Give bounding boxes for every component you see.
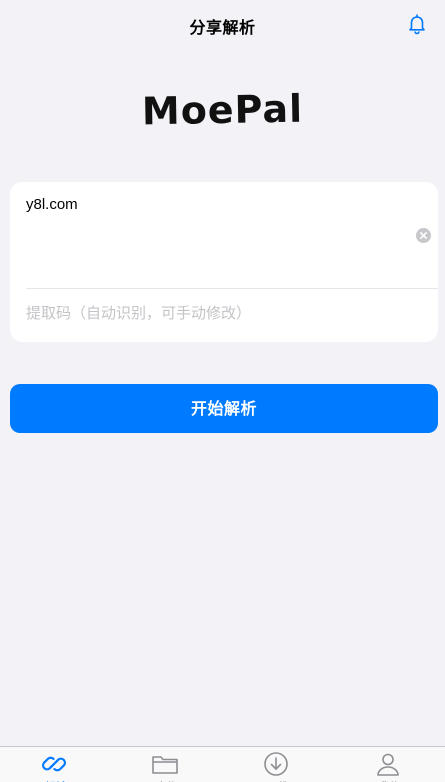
tab-label: 文件 <box>111 778 222 782</box>
input-card: y8l.com 提取码（自动识别，可手动修改） <box>10 182 438 342</box>
tab-profile[interactable]: 我的 <box>334 747 445 782</box>
tab-label: 下载 <box>222 778 333 782</box>
nav-bar: 分享解析 <box>0 0 445 50</box>
person-icon <box>374 750 402 778</box>
page-title: 分享解析 <box>189 18 256 37</box>
tab-parse[interactable]: 解析 <box>0 747 111 782</box>
share-link-input[interactable]: y8l.com <box>26 196 406 286</box>
bell-icon[interactable] <box>405 12 429 36</box>
clear-icon[interactable] <box>416 228 431 243</box>
start-parse-button[interactable]: 开始解析 <box>10 384 438 433</box>
app-logo: MoePal <box>141 86 304 134</box>
tab-label: 解析 <box>0 778 111 782</box>
tab-label: 我的 <box>334 778 445 782</box>
download-icon <box>262 750 290 778</box>
tab-bar: 解析 文件 下载 我的 <box>0 746 445 782</box>
tab-files[interactable]: 文件 <box>111 747 222 782</box>
divider <box>26 288 438 289</box>
tab-download[interactable]: 下载 <box>222 747 333 782</box>
extract-code-input[interactable]: 提取码（自动识别，可手动修改） <box>26 300 421 326</box>
folder-icon <box>151 750 179 778</box>
link-icon <box>40 750 68 778</box>
